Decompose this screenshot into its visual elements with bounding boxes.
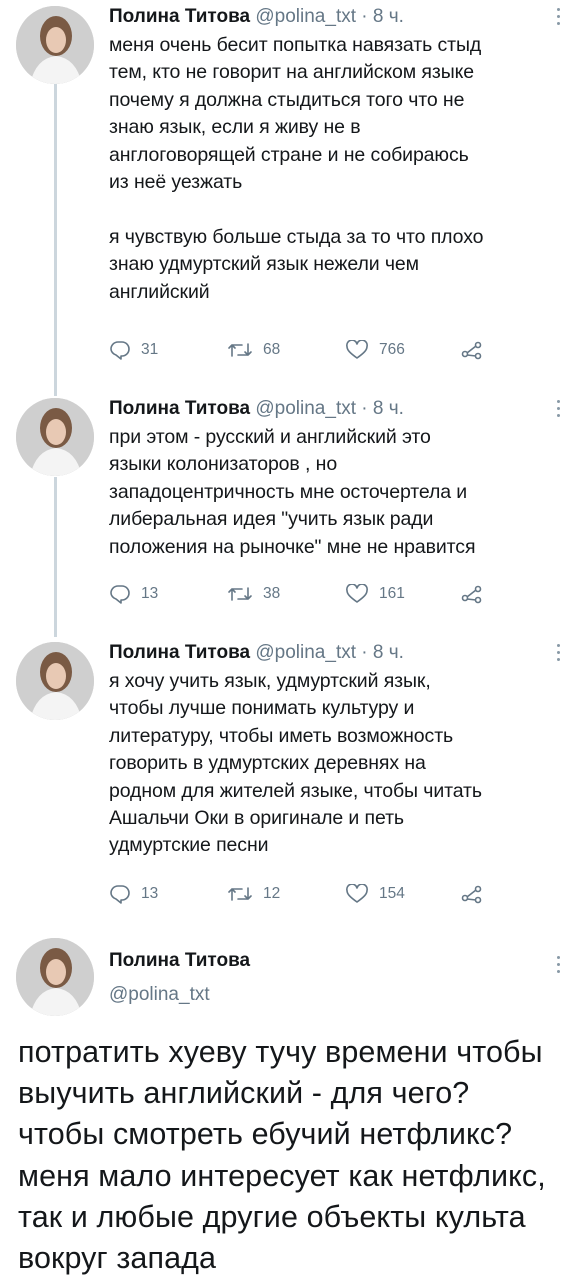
retweet-button[interactable]: 12 xyxy=(227,884,280,904)
separator: · xyxy=(361,398,368,419)
like-count: 154 xyxy=(379,885,405,902)
reply-button[interactable]: 13 xyxy=(109,584,158,604)
author-name[interactable]: Полина Титова xyxy=(109,398,250,419)
main-tweet-author[interactable]: Полина Титова @polina_txt xyxy=(109,950,250,1006)
retweet-button[interactable]: 38 xyxy=(227,584,280,604)
tweet[interactable]: Полина Титова @polina_txt · 8 ч. при это… xyxy=(0,392,579,627)
more-vertical-icon[interactable] xyxy=(555,400,561,421)
avatar[interactable] xyxy=(16,642,94,720)
retweet-button[interactable]: 68 xyxy=(227,340,280,360)
timestamp[interactable]: 8 ч. xyxy=(373,642,404,663)
share-icon xyxy=(461,341,482,360)
reply-button[interactable]: 31 xyxy=(109,340,158,360)
author-name[interactable]: Полина Титова xyxy=(109,6,250,27)
reply-count: 31 xyxy=(141,341,159,358)
like-count: 766 xyxy=(379,341,405,358)
like-count: 161 xyxy=(379,585,405,602)
retweet-icon xyxy=(228,587,252,601)
author-name[interactable]: Полина Титова xyxy=(109,950,250,972)
reply-icon xyxy=(110,585,130,604)
retweet-count: 68 xyxy=(263,341,281,358)
tweet-actions: 13 38 161 xyxy=(109,584,489,610)
tweet-text: я хочу учить язык, удмуртский язык, чтоб… xyxy=(109,670,482,857)
avatar[interactable] xyxy=(16,6,94,84)
tweet-actions: 13 12 154 xyxy=(109,884,489,910)
share-icon xyxy=(461,885,482,904)
retweet-count: 38 xyxy=(263,585,281,602)
tweet-header: Полина Титова @polina_txt · 8 ч. xyxy=(109,640,557,666)
timestamp[interactable]: 8 ч. xyxy=(373,398,404,419)
like-button[interactable]: 161 xyxy=(345,584,405,604)
tweet-header: Полина Титова @polina_txt · 8 ч. xyxy=(109,396,557,422)
avatar[interactable] xyxy=(16,938,94,1016)
reply-button[interactable]: 13 xyxy=(109,884,158,904)
more-vertical-icon[interactable] xyxy=(555,956,561,977)
tweet-actions: 31 68 766 xyxy=(109,340,489,366)
tweet-text: при этом - русский и английский это язык… xyxy=(109,426,476,558)
heart-icon xyxy=(346,884,368,903)
retweet-count: 12 xyxy=(263,885,281,902)
retweet-icon xyxy=(228,343,252,357)
share-icon xyxy=(461,585,482,604)
author-name[interactable]: Полина Титова xyxy=(109,642,250,663)
main-tweet-text: потратить хуеву тучу времени чтобы выучи… xyxy=(18,1035,546,1276)
heart-icon xyxy=(346,584,368,603)
separator: · xyxy=(361,6,368,27)
author-handle[interactable]: @polina_txt xyxy=(109,984,250,1006)
avatar[interactable] xyxy=(16,398,94,476)
avatar-image xyxy=(16,398,94,476)
retweet-icon xyxy=(228,887,252,901)
timestamp[interactable]: 8 ч. xyxy=(373,6,404,27)
avatar-image xyxy=(16,642,94,720)
like-button[interactable]: 154 xyxy=(345,884,405,904)
like-button[interactable]: 766 xyxy=(345,340,405,360)
tweet-header: Полина Титова @polina_txt · 8 ч. xyxy=(109,4,557,30)
more-vertical-icon[interactable] xyxy=(555,8,561,29)
author-handle[interactable]: @polina_txt xyxy=(255,642,356,663)
tweet[interactable]: Полина Титова @polina_txt · 8 ч. меня оч… xyxy=(0,0,579,380)
tweet[interactable]: Полина Титова @polina_txt · 8 ч. я хочу … xyxy=(0,636,579,926)
avatar-image xyxy=(16,6,94,84)
reply-icon xyxy=(110,341,130,360)
author-handle[interactable]: @polina_txt xyxy=(255,398,356,419)
reply-count: 13 xyxy=(141,585,159,602)
share-button[interactable] xyxy=(461,584,493,604)
reply-count: 13 xyxy=(141,885,159,902)
separator: · xyxy=(361,642,368,663)
more-vertical-icon[interactable] xyxy=(555,644,561,665)
heart-icon xyxy=(346,340,368,359)
share-button[interactable] xyxy=(461,340,493,360)
tweet-text: меня очень бесит попытка навязать стыд т… xyxy=(109,34,484,303)
reply-icon xyxy=(110,885,130,904)
author-handle[interactable]: @polina_txt xyxy=(255,6,356,27)
share-button[interactable] xyxy=(461,884,493,904)
avatar-image xyxy=(16,938,94,1016)
